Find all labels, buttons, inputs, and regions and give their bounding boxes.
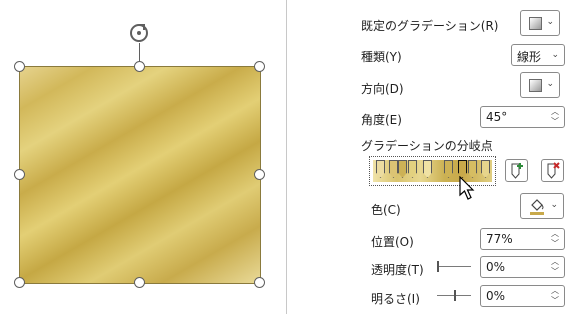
gradient-swatch-icon xyxy=(529,17,542,30)
resize-handle-bottom-left[interactable] xyxy=(14,277,25,288)
remove-gradient-stop-icon xyxy=(547,162,560,179)
spin-up-icon[interactable]: ︿ xyxy=(551,257,559,267)
direction-label: 方向(D) xyxy=(361,82,404,96)
spin-up-icon[interactable]: ︿ xyxy=(551,107,559,117)
transparency-spinner[interactable]: 0% ︿ ﹀ xyxy=(480,256,565,278)
gradient-type-dropdown[interactable]: 線形 ⌄ xyxy=(511,44,565,66)
gradient-swatch-icon xyxy=(529,79,542,92)
chevron-down-icon: ⌄ xyxy=(546,79,554,89)
angle-label: 角度(E) xyxy=(361,113,402,127)
gradient-stops-label: グラデーションの分岐点 xyxy=(361,139,493,153)
preset-gradient-label: 既定のグラデーション(R) xyxy=(361,19,499,33)
brightness-spinner[interactable]: 0% ︿ ﹀ xyxy=(480,285,565,307)
chevron-down-icon: ⌄ xyxy=(546,17,554,27)
brightness-value: 0% xyxy=(486,289,506,303)
transparency-slider[interactable] xyxy=(437,266,471,267)
spin-down-icon[interactable]: ﹀ xyxy=(551,296,559,306)
transparency-label: 透明度(T) xyxy=(371,263,424,277)
transparency-slider-thumb[interactable] xyxy=(437,261,439,272)
position-spinner[interactable]: 77% ︿ ﹀ xyxy=(480,228,565,250)
spin-down-icon[interactable]: ﹀ xyxy=(551,267,559,277)
position-value: 77% xyxy=(486,232,513,246)
color-picker-button[interactable]: ⌄ xyxy=(520,193,564,219)
resize-handle-bottom[interactable] xyxy=(134,277,145,288)
mouse-cursor-icon xyxy=(459,176,475,200)
spin-up-icon[interactable]: ︿ xyxy=(551,286,559,296)
resize-handle-top[interactable] xyxy=(134,61,145,72)
preset-gradient-button[interactable]: ⌄ xyxy=(520,10,560,36)
resize-handle-right[interactable] xyxy=(254,169,265,180)
paint-bucket-icon xyxy=(530,199,544,215)
resize-handle-top-left[interactable] xyxy=(14,61,25,72)
remove-gradient-stop-button[interactable] xyxy=(541,159,564,182)
brightness-label: 明るさ(I) xyxy=(371,292,420,306)
add-gradient-stop-button[interactable] xyxy=(505,159,528,182)
position-label: 位置(O) xyxy=(371,235,414,249)
add-gradient-stop-icon xyxy=(511,163,523,179)
slide-canvas xyxy=(0,0,286,314)
spin-down-icon[interactable]: ﹀ xyxy=(551,239,559,249)
transparency-value: 0% xyxy=(486,260,506,274)
angle-spinner[interactable]: 45° ︿ ﹀ xyxy=(480,106,565,128)
direction-button[interactable]: ⌄ xyxy=(520,72,560,98)
brightness-slider-thumb[interactable] xyxy=(454,290,456,301)
color-label: 色(C) xyxy=(371,203,401,217)
resize-handle-left[interactable] xyxy=(14,169,25,180)
rotate-handle-icon[interactable] xyxy=(128,22,150,44)
gradient-rectangle-shape[interactable] xyxy=(19,66,261,284)
chevron-down-icon: ⌄ xyxy=(551,50,559,60)
gradient-type-label: 種類(Y) xyxy=(361,50,402,64)
gradient-type-value: 線形 xyxy=(517,50,542,64)
spin-up-icon[interactable]: ︿ xyxy=(551,229,559,239)
resize-handle-bottom-right[interactable] xyxy=(254,277,265,288)
spin-down-icon[interactable]: ﹀ xyxy=(551,117,559,127)
chevron-down-icon: ⌄ xyxy=(550,200,558,210)
resize-handle-top-right[interactable] xyxy=(254,61,265,72)
angle-value: 45° xyxy=(486,110,508,124)
